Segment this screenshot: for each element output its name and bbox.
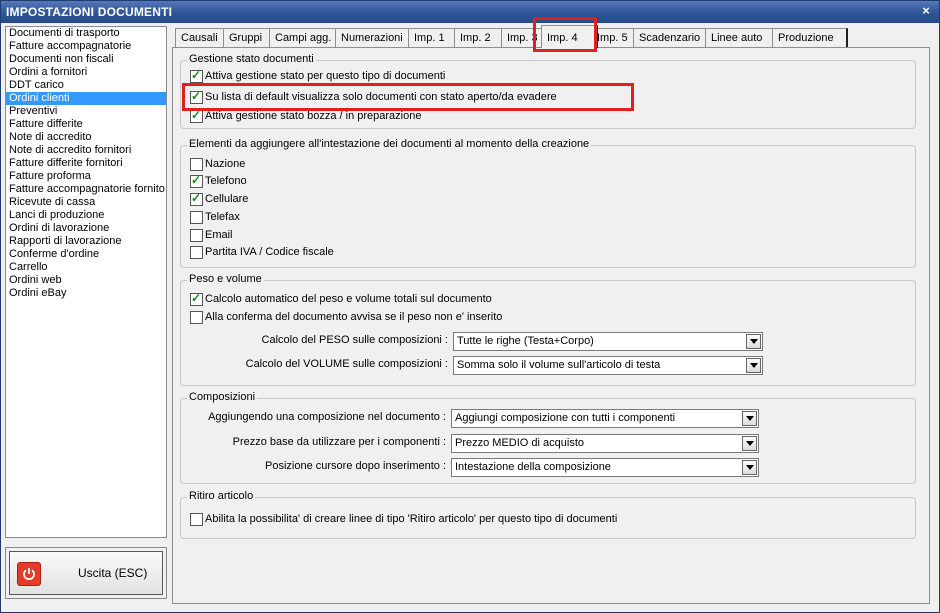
doc-list-item[interactable]: Conferme d'ordine <box>6 248 166 261</box>
exit-button-label: Uscita (ESC) <box>78 566 148 580</box>
exit-button[interactable]: Uscita (ESC) <box>9 551 163 595</box>
exit-area: Uscita (ESC) <box>5 547 167 599</box>
checkbox[interactable] <box>190 246 203 259</box>
doc-list-item[interactable]: Ordini clienti <box>6 92 166 105</box>
checkbox[interactable] <box>190 158 203 171</box>
dropdown-select[interactable]: Intestazione della composizione <box>451 458 759 477</box>
checkbox[interactable] <box>190 311 203 324</box>
doc-list-item[interactable]: Ordini web <box>6 274 166 287</box>
checkbox-label: Telefono <box>205 175 247 187</box>
dropdown-value: Aggiungi composizione con tutti i compon… <box>455 412 676 424</box>
close-button[interactable]: × <box>919 4 933 18</box>
doc-list-item[interactable]: Note di accredito <box>6 131 166 144</box>
checkbox[interactable] <box>190 89 203 104</box>
tab-imp-4[interactable]: Imp. 4 <box>541 25 598 48</box>
field-label: Calcolo del VOLUME sulle composizioni : <box>245 358 448 370</box>
checkbox[interactable] <box>190 68 203 83</box>
checkbox-label: Partita IVA / Codice fiscale <box>205 246 334 258</box>
chevron-down-icon[interactable] <box>742 460 757 475</box>
doc-list-item[interactable]: Ordini eBay <box>6 287 166 300</box>
doc-list-item[interactable]: DDT carico <box>6 79 166 92</box>
dropdown-select[interactable]: Somma solo il volume sull'articolo di te… <box>453 356 763 375</box>
checkbox-label: Email <box>205 229 233 241</box>
tab-imp-5[interactable]: Imp. 5 <box>591 28 639 47</box>
checkbox-label: Calcolo automatico del peso e volume tot… <box>205 293 492 305</box>
doc-list-item[interactable]: Ordini a fornitori <box>6 66 166 79</box>
field-label: Posizione cursore dopo inserimento : <box>265 460 446 472</box>
field-label: Calcolo del PESO sulle composizioni : <box>261 334 448 346</box>
doc-list-item[interactable]: Fatture differite <box>6 118 166 131</box>
dropdown-value: Somma solo il volume sull'articolo di te… <box>457 359 661 371</box>
checkbox-label: Su lista di default visualizza solo docu… <box>205 91 557 103</box>
tab-imp-2[interactable]: Imp. 2 <box>454 28 508 47</box>
checkbox[interactable] <box>190 191 203 206</box>
doc-list-item[interactable]: Documenti non fiscali <box>6 53 166 66</box>
checkbox[interactable] <box>190 229 203 242</box>
group-intestazione-title: Elementi da aggiungere all'intestazione … <box>187 138 592 150</box>
doc-list-item[interactable]: Documenti di trasporto <box>6 27 166 40</box>
chevron-down-icon[interactable] <box>742 436 757 451</box>
dropdown-value: Prezzo MEDIO di acquisto <box>455 437 584 449</box>
tab-produzione[interactable]: Produzione <box>772 28 848 47</box>
tab-campi-agg-[interactable]: Campi agg. <box>269 28 342 47</box>
title-bar: IMPOSTAZIONI DOCUMENTI × <box>1 1 939 23</box>
field-label: Aggiungendo una composizione nel documen… <box>208 411 446 423</box>
chevron-down-icon[interactable] <box>746 358 761 373</box>
tab-numerazioni[interactable]: Numerazioni <box>335 28 415 47</box>
dropdown-value: Intestazione della composizione <box>455 461 611 473</box>
doc-list-item[interactable]: Preventivi <box>6 105 166 118</box>
dropdown-select[interactable]: Tutte le righe (Testa+Corpo) <box>453 332 763 351</box>
window-title: IMPOSTAZIONI DOCUMENTI <box>6 5 173 19</box>
group-stato-title: Gestione stato documenti <box>187 53 316 65</box>
doc-list-item[interactable]: Fatture accompagnatorie <box>6 40 166 53</box>
doc-list-item[interactable]: Carrello <box>6 261 166 274</box>
doc-list-item[interactable]: Fatture proforma <box>6 170 166 183</box>
field-label: Prezzo base da utilizzare per i componen… <box>232 436 446 448</box>
group-ritiro-title: Ritiro articolo <box>187 490 256 502</box>
tab-linee-auto[interactable]: Linee auto <box>705 28 779 47</box>
checkbox[interactable] <box>190 211 203 224</box>
group-peso-title: Peso e volume <box>187 273 264 285</box>
checkbox-label: Nazione <box>205 158 246 170</box>
checkbox-label: Telefax <box>205 211 240 223</box>
checkbox[interactable] <box>190 291 203 306</box>
tab-causali[interactable]: Causali <box>175 28 230 47</box>
doc-list-item[interactable]: Fatture accompagnatorie fornito <box>6 183 166 196</box>
doc-list-item[interactable]: Ricevute di cassa <box>6 196 166 209</box>
checkbox[interactable] <box>190 513 203 526</box>
group-composizioni-title: Composizioni <box>187 391 258 403</box>
doc-list-item[interactable]: Ordini di lavorazione <box>6 222 166 235</box>
checkbox-label: Cellulare <box>205 193 249 205</box>
dropdown-select[interactable]: Prezzo MEDIO di acquisto <box>451 434 759 453</box>
doc-list-item[interactable]: Fatture differite fornitori <box>6 157 166 170</box>
checkbox-label: Attiva gestione stato bozza / in prepara… <box>205 110 422 122</box>
doc-list-item[interactable]: Note di accredito fornitori <box>6 144 166 157</box>
document-type-list[interactable]: Documenti di trasporto Fatture accompagna… <box>5 26 167 538</box>
doc-list-item[interactable]: Lanci di produzione <box>6 209 166 222</box>
chevron-down-icon[interactable] <box>746 334 761 349</box>
checkbox-label: Alla conferma del documento avvisa se il… <box>205 311 503 323</box>
dropdown-select[interactable]: Aggiungi composizione con tutti i compon… <box>451 409 759 428</box>
checkbox[interactable] <box>190 108 203 123</box>
doc-list-item[interactable]: Rapporti di lavorazione <box>6 235 166 248</box>
dropdown-value: Tutte le righe (Testa+Corpo) <box>457 335 594 347</box>
power-icon <box>17 562 41 586</box>
checkbox[interactable] <box>190 173 203 188</box>
chevron-down-icon[interactable] <box>742 411 757 426</box>
tab-scadenzario[interactable]: Scadenzario <box>633 28 712 47</box>
checkbox-label: Attiva gestione stato per questo tipo di… <box>205 70 446 82</box>
checkbox-label: Abilita la possibilita' di creare linee … <box>205 513 618 525</box>
